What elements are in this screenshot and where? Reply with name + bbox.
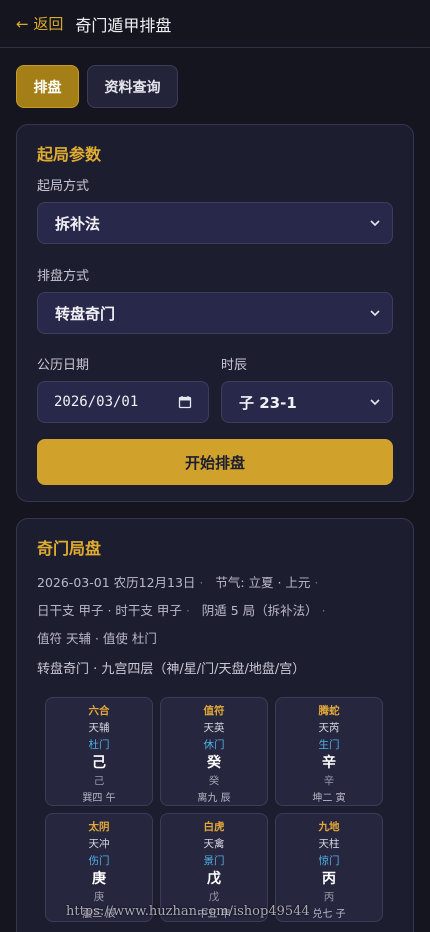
palace-star: 天冲 <box>88 838 110 850</box>
date-label: 公历日期 <box>37 358 90 373</box>
watermark: https://www.huzhan.com/ishop49544 <box>66 904 310 919</box>
pan-label: 排盘方式 <box>37 269 90 284</box>
palace-heaven-stem: 癸 <box>207 755 221 771</box>
tab-query[interactable]: 资料查询 <box>87 65 178 108</box>
result-info: 2026-03-01 农历12月13日 · 节气: 立夏 · 上元 · 日干支 … <box>37 575 326 646</box>
palace-door: 生门 <box>318 739 340 751</box>
palace-cell: 六合天辅杜门己己巽四 午 <box>45 697 153 806</box>
palace-deity: 值符 <box>203 705 225 717</box>
palace-name: 兑七 子 <box>312 909 346 920</box>
palace-earth-stem: 辛 <box>323 775 335 787</box>
tab-paipan[interactable]: 排盘 <box>16 65 79 108</box>
top-bar: ← 返回 奇门遁甲排盘 <box>0 0 430 48</box>
palace-star: 天柱 <box>318 838 340 850</box>
palace-deity: 腾蛇 <box>318 705 340 717</box>
hour-label: 时辰 <box>221 358 248 373</box>
palace-star: 天辅 <box>88 722 110 734</box>
palace-grid: 六合 天辅 杜门己己巽四 午值符 天英 休门癸癸离九 辰腾蛇 天芮 生门辛辛坤二 寅太阴 天冲… <box>45 697 393 922</box>
result-card: 奇门局盘 2026-03-01 农历12月13日 · 节气: 立夏 · 上元 ·… <box>16 518 414 932</box>
palace-cell: 值符天英休门癸癸离九 辰 <box>160 697 268 806</box>
chevron-down-icon <box>370 310 380 317</box>
palace-heaven-stem: 丙 <box>322 871 336 887</box>
palace-star: 天芮 <box>318 722 340 734</box>
palace-heaven-stem: 己 <box>92 755 106 771</box>
date-value: 2026/03/01 <box>54 394 139 410</box>
chevron-down-icon <box>370 399 380 406</box>
palace-heaven-stem: 庚 <box>92 871 106 887</box>
start-button[interactable]: 开始排盘 <box>37 439 393 485</box>
palace-deity: 白虎 <box>203 821 225 833</box>
hour-value: 子 23-1 <box>239 393 297 412</box>
zhifu-line: 值符 天辅 · 值使 杜门 <box>37 631 157 646</box>
hour-select[interactable]: 子 23-1 <box>221 381 393 423</box>
palace-door: 惊门 <box>318 855 340 867</box>
pan-value: 转盘奇门 <box>55 304 116 323</box>
palace-door: 伤门 <box>88 855 110 867</box>
chevron-down-icon <box>370 220 380 227</box>
result-title: 奇门局盘 <box>37 539 102 558</box>
jieqi-line: 节气: 立夏 · 上元 <box>215 575 311 590</box>
palace-name: 坤二 寅 <box>312 793 346 804</box>
palace-door: 休门 <box>203 739 225 751</box>
date-line: 2026-03-01 农历12月13日 <box>37 575 196 590</box>
back-button[interactable]: ← 返回 <box>16 13 63 34</box>
page-title: 奇门遁甲排盘 <box>75 15 172 35</box>
palace-deity: 九地 <box>318 821 340 833</box>
tab-bar: 排盘 资料查询 <box>0 48 430 108</box>
palace-deity: 六合 <box>88 705 110 717</box>
palace-heaven-stem: 辛 <box>322 755 336 771</box>
palace-earth-stem: 己 <box>93 775 105 787</box>
board-subtitle: 转盘奇门 · 九宫四层（神/星/门/天盘/地盘/宫） <box>37 662 306 677</box>
palace-star: 天禽 <box>203 838 225 850</box>
calendar-icon[interactable] <box>178 395 192 409</box>
palace-heaven-stem: 戊 <box>207 871 221 887</box>
method-select[interactable]: 拆补法 <box>37 202 393 244</box>
method-label: 起局方式 <box>37 179 90 194</box>
palace-name: 巽四 午 <box>82 793 116 804</box>
palace-star: 天英 <box>203 722 225 734</box>
ju-line: 阴遁 5 局（拆补法） <box>201 603 318 618</box>
palace-cell: 腾蛇天芮生门辛辛坤二 寅 <box>275 697 383 806</box>
palace-deity: 太阴 <box>88 821 110 833</box>
date-input[interactable]: 2026/03/01 <box>37 381 209 423</box>
pan-select[interactable]: 转盘奇门 <box>37 292 393 334</box>
palace-name: 离九 辰 <box>197 793 231 804</box>
palace-earth-stem: 丙 <box>323 891 335 903</box>
params-card: 起局参数 起局方式 拆补法 排盘方式 转盘奇门 公历日期 2026/03/01 … <box>16 124 414 502</box>
palace-door: 杜门 <box>88 739 110 751</box>
method-value: 拆补法 <box>55 214 101 233</box>
params-title: 起局参数 <box>37 145 102 164</box>
palace-door: 景门 <box>203 855 225 867</box>
palace-earth-stem: 癸 <box>208 775 220 787</box>
ganzhi-line: 日干支 甲子 · 时干支 甲子 <box>37 603 182 618</box>
